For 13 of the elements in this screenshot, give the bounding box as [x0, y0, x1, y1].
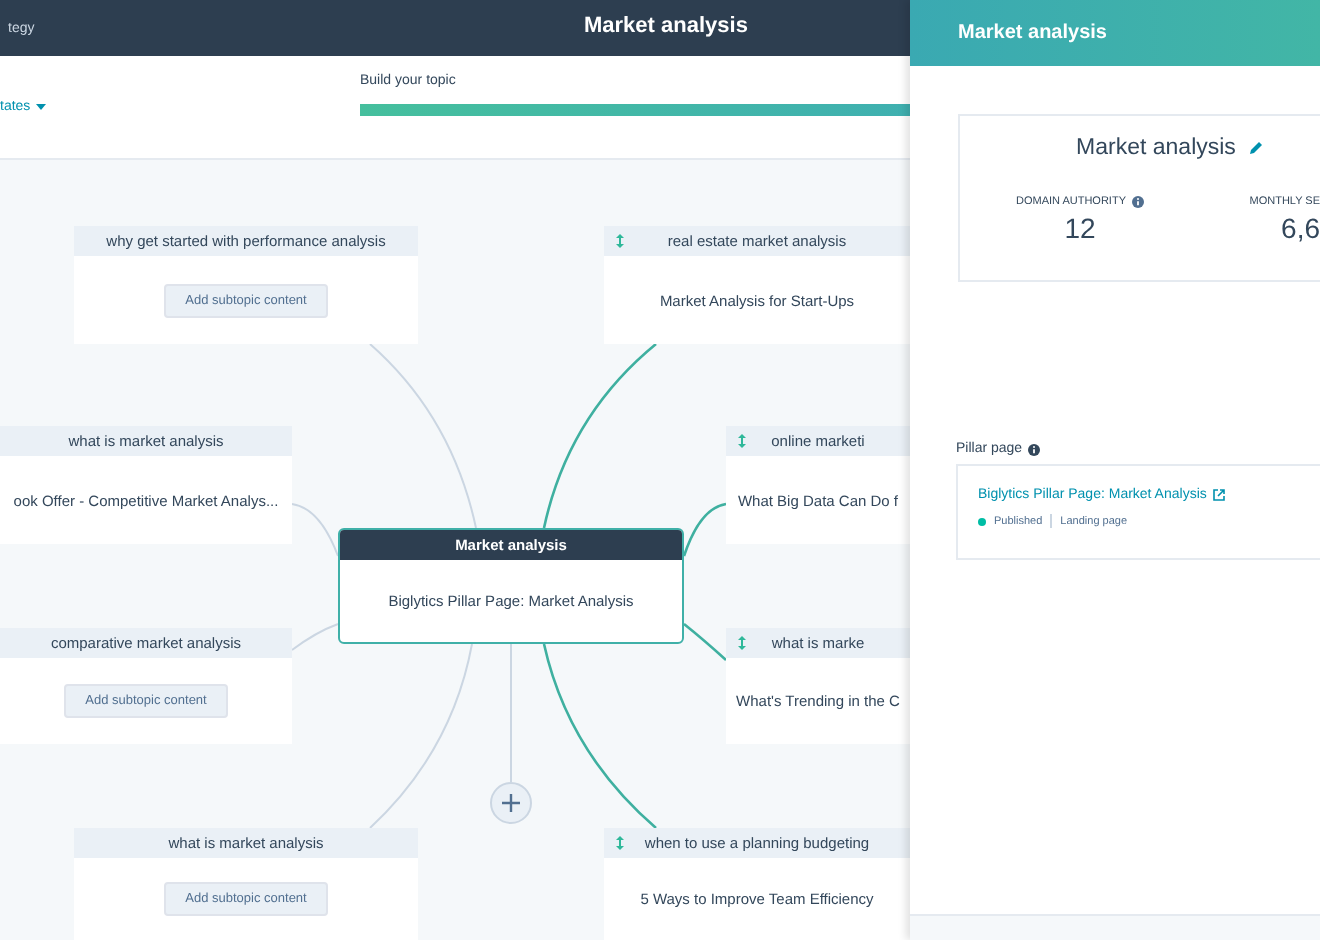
- caret-icon: [36, 104, 47, 110]
- panel-header: Market analysis: [910, 0, 1320, 66]
- external-link-icon[interactable]: [1212, 488, 1227, 502]
- connector-line: [510, 643, 512, 783]
- topic-title: Market analysis: [1076, 136, 1236, 160]
- page-title: Market analysis: [584, 14, 748, 38]
- pencil-icon[interactable]: [1247, 140, 1264, 156]
- plus-icon: [502, 794, 520, 812]
- stat-value: 12: [1064, 212, 1096, 244]
- status-dot: [978, 517, 986, 525]
- info-icon: [1028, 443, 1041, 455]
- stat-value: 6,6: [1281, 212, 1320, 244]
- add-topic-button[interactable]: [490, 782, 532, 824]
